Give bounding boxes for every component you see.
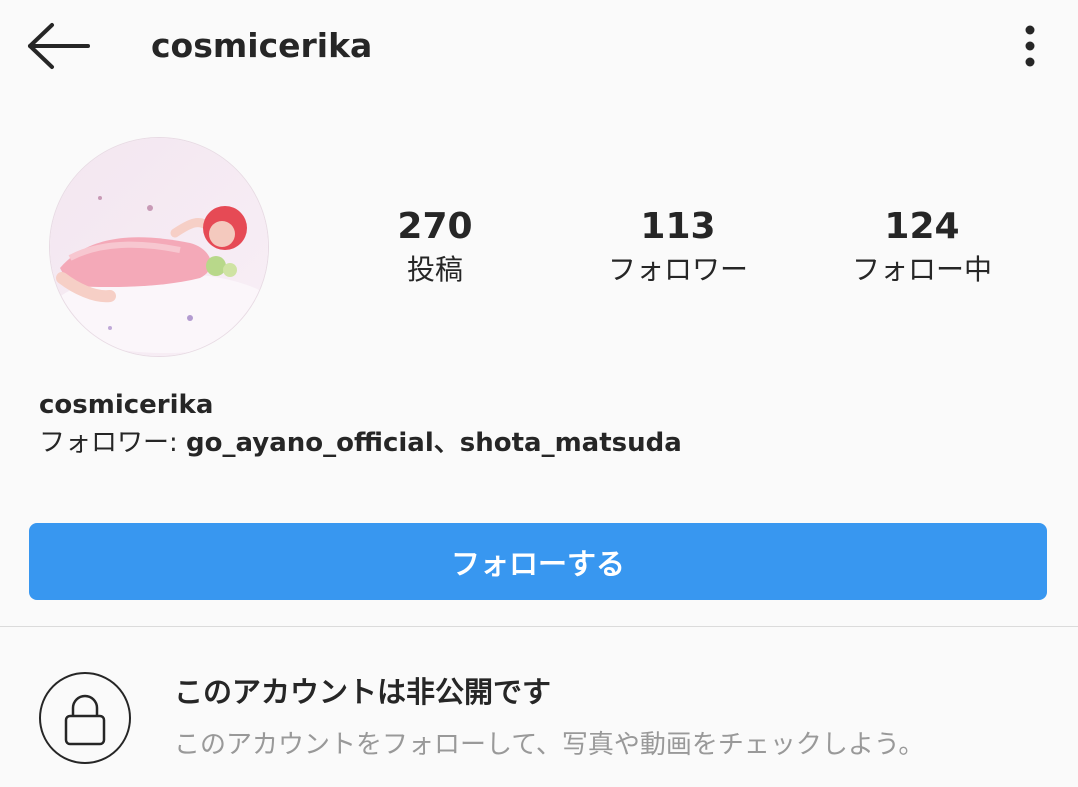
followed-by-prefix: フォロワー: [39,428,187,458]
stat-followers[interactable]: 113 フォロワー [568,204,788,290]
options-button[interactable] [1014,22,1046,70]
followers-count: 113 [640,206,716,247]
follow-button[interactable]: フォローする [29,523,1047,600]
page-title: cosmicerika [151,26,373,65]
followers-label: フォロワー [607,253,748,286]
private-account-description: このアカウントをフォローして、写真や動画をチェックしよう。 [174,730,925,760]
profile-photo [50,138,268,356]
private-account-title: このアカウントは非公開です [174,675,552,709]
stat-posts[interactable]: 270 投稿 [325,204,545,290]
divider [0,626,1078,627]
profile-display-name: cosmicerika [39,390,214,420]
posts-label: 投稿 [406,253,463,286]
avatar[interactable] [49,137,269,357]
arrow-left-icon [28,23,90,69]
top-bar: cosmicerika [0,0,1078,92]
followed-by-names[interactable]: go_ayano_official、shota_matsuda [186,428,682,458]
followed-by-text[interactable]: フォロワー: go_ayano_official、shota_matsuda [39,424,682,462]
following-count: 124 [884,206,960,247]
stat-following[interactable]: 124 フォロー中 [812,204,1032,290]
profile-screen: cosmicerika 270 投稿 113 フォロワー 124 フォロー中 c… [0,0,1078,787]
lock-icon [64,694,106,746]
posts-count: 270 [397,206,473,247]
following-label: フォロー中 [851,253,992,286]
lock-badge [39,672,131,764]
back-button[interactable] [26,22,92,70]
vertical-dots-icon [1025,25,1035,67]
